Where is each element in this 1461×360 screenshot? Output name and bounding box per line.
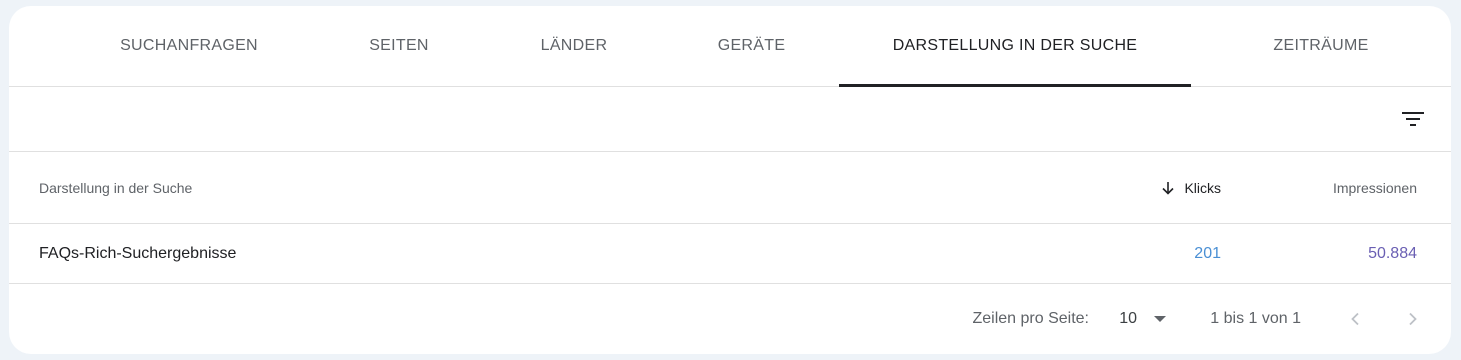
- tab-zeitraeume[interactable]: ZEITRÄUME: [1191, 6, 1451, 86]
- rows-per-page-select[interactable]: 10: [1119, 284, 1167, 354]
- tab-seiten[interactable]: SEITEN: [309, 6, 489, 86]
- tab-geraete[interactable]: GERÄTE: [659, 6, 844, 86]
- tab-label: LÄNDER: [540, 37, 608, 54]
- previous-page-button[interactable]: [1338, 301, 1374, 337]
- tab-suchanfragen[interactable]: SUCHANFRAGEN: [69, 6, 309, 86]
- row-impressions-value: 50.884: [1368, 244, 1417, 262]
- chevron-left-icon: [1351, 312, 1359, 326]
- next-page-button[interactable]: [1394, 301, 1430, 337]
- row-label: FAQs-Rich-Suchergebnisse: [39, 244, 237, 262]
- rows-per-page-label: Zeilen pro Seite:: [972, 310, 1089, 327]
- tab-label: SUCHANFRAGEN: [120, 37, 258, 54]
- tab-label: SEITEN: [369, 37, 429, 54]
- row-clicks-value: 201: [1194, 244, 1221, 262]
- tab-laender[interactable]: LÄNDER: [489, 6, 659, 86]
- column-header-impressionen[interactable]: Impressionen: [1333, 152, 1417, 223]
- filter-button[interactable]: [1395, 101, 1431, 137]
- page-range-text: 1 bis 1 von 1: [1210, 310, 1301, 327]
- table-row[interactable]: FAQs-Rich-Suchergebnisse 201 50.884: [9, 224, 1451, 284]
- pagination: Zeilen pro Seite: 10 1 bis 1 von 1: [9, 284, 1451, 354]
- filter-list-icon: [1402, 112, 1424, 126]
- column-header-klicks[interactable]: Klicks: [1160, 152, 1221, 223]
- table-header: Darstellung in der Suche Klicks Impressi…: [9, 152, 1451, 224]
- dropdown-arrow-icon: [1154, 316, 1166, 322]
- tab-label: GERÄTE: [717, 37, 786, 54]
- column-header-label: Klicks: [1184, 179, 1221, 196]
- column-header-darstellung: Darstellung in der Suche: [39, 179, 193, 196]
- rows-per-page-value: 10: [1119, 310, 1137, 327]
- chevron-right-icon: [1409, 312, 1417, 326]
- table-toolbar: [9, 87, 1451, 152]
- arrow-down-icon: [1160, 180, 1176, 196]
- tab-label: DARSTELLUNG IN DER SUCHE: [892, 37, 1138, 54]
- tab-darstellung-in-der-suche[interactable]: DARSTELLUNG IN DER SUCHE: [839, 6, 1191, 87]
- tab-bar: SUCHANFRAGEN SEITEN LÄNDER GERÄTE DARSTE…: [9, 6, 1451, 87]
- performance-card: SUCHANFRAGEN SEITEN LÄNDER GERÄTE DARSTE…: [9, 6, 1451, 354]
- tab-label: ZEITRÄUME: [1273, 37, 1369, 54]
